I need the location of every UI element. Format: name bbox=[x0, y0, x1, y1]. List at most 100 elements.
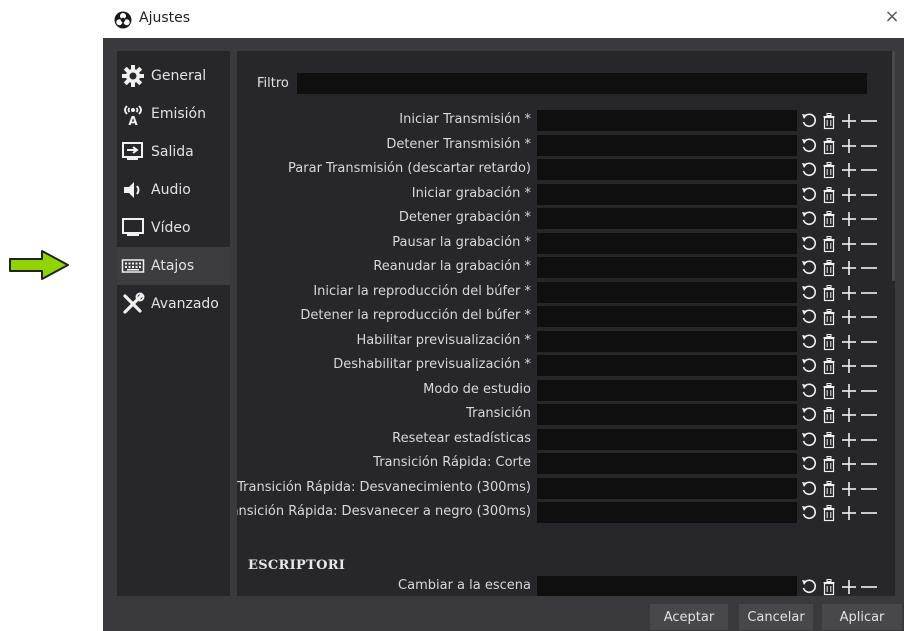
revert-icon[interactable] bbox=[799, 135, 819, 157]
revert-icon[interactable] bbox=[799, 159, 819, 181]
hotkey-input[interactable] bbox=[537, 110, 797, 131]
revert-icon[interactable] bbox=[799, 257, 819, 279]
trash-icon[interactable] bbox=[819, 208, 839, 230]
hotkey-input[interactable] bbox=[537, 306, 797, 327]
remove-icon[interactable] bbox=[859, 184, 879, 206]
revert-icon[interactable] bbox=[799, 478, 819, 500]
hotkey-input[interactable] bbox=[537, 477, 797, 499]
hotkey-input[interactable] bbox=[537, 576, 797, 596]
trash-icon[interactable] bbox=[819, 184, 839, 206]
add-icon[interactable] bbox=[839, 159, 859, 181]
hotkey-input[interactable] bbox=[537, 404, 797, 425]
apply-button[interactable]: Aplicar bbox=[822, 604, 902, 630]
hotkey-input[interactable] bbox=[537, 453, 797, 474]
add-icon[interactable] bbox=[839, 478, 859, 500]
trash-icon[interactable] bbox=[819, 355, 839, 377]
add-icon[interactable] bbox=[839, 135, 859, 157]
trash-icon[interactable] bbox=[819, 110, 839, 132]
trash-icon[interactable] bbox=[819, 331, 839, 353]
remove-icon[interactable] bbox=[859, 110, 879, 132]
trash-icon[interactable] bbox=[819, 404, 839, 426]
hotkey-input[interactable] bbox=[537, 257, 797, 278]
remove-icon[interactable] bbox=[859, 453, 879, 475]
trash-icon[interactable] bbox=[819, 429, 839, 451]
sidebar-item-salida[interactable]: Salida bbox=[117, 133, 230, 171]
revert-icon[interactable] bbox=[799, 502, 819, 524]
sidebar-item-atajos[interactable]: Atajos bbox=[117, 247, 230, 285]
remove-icon[interactable] bbox=[859, 478, 879, 500]
revert-icon[interactable] bbox=[799, 331, 819, 353]
sidebar-item-avanzado[interactable]: Avanzado bbox=[117, 285, 230, 323]
remove-icon[interactable] bbox=[859, 306, 879, 328]
add-icon[interactable] bbox=[839, 306, 859, 328]
cancel-button[interactable]: Cancelar bbox=[739, 604, 813, 630]
add-icon[interactable] bbox=[839, 355, 859, 377]
hotkey-input[interactable] bbox=[537, 281, 797, 303]
add-icon[interactable] bbox=[839, 208, 859, 230]
remove-icon[interactable] bbox=[859, 355, 879, 377]
add-icon[interactable] bbox=[839, 257, 859, 279]
revert-icon[interactable] bbox=[799, 208, 819, 230]
filter-input[interactable] bbox=[297, 73, 867, 94]
hotkey-input[interactable] bbox=[537, 208, 797, 229]
remove-icon[interactable] bbox=[859, 380, 879, 402]
add-icon[interactable] bbox=[839, 110, 859, 132]
trash-icon[interactable] bbox=[819, 478, 839, 500]
add-icon[interactable] bbox=[839, 404, 859, 426]
trash-icon[interactable] bbox=[819, 453, 839, 475]
close-icon[interactable]: × bbox=[882, 6, 902, 28]
remove-icon[interactable] bbox=[859, 208, 879, 230]
remove-icon[interactable] bbox=[859, 429, 879, 451]
revert-icon[interactable] bbox=[799, 576, 819, 596]
trash-icon[interactable] bbox=[819, 502, 839, 524]
hotkey-input[interactable] bbox=[537, 355, 797, 376]
hotkey-input[interactable] bbox=[537, 134, 797, 156]
trash-icon[interactable] bbox=[819, 282, 839, 304]
add-icon[interactable] bbox=[839, 184, 859, 206]
add-icon[interactable] bbox=[839, 380, 859, 402]
hotkey-input[interactable] bbox=[537, 183, 797, 205]
add-icon[interactable] bbox=[839, 331, 859, 353]
hotkey-input[interactable] bbox=[537, 232, 797, 254]
revert-icon[interactable] bbox=[799, 453, 819, 475]
remove-icon[interactable] bbox=[859, 576, 879, 596]
remove-icon[interactable] bbox=[859, 331, 879, 353]
trash-icon[interactable] bbox=[819, 257, 839, 279]
revert-icon[interactable] bbox=[799, 233, 819, 255]
revert-icon[interactable] bbox=[799, 429, 819, 451]
add-icon[interactable] bbox=[839, 453, 859, 475]
revert-icon[interactable] bbox=[799, 306, 819, 328]
remove-icon[interactable] bbox=[859, 135, 879, 157]
remove-icon[interactable] bbox=[859, 502, 879, 524]
add-icon[interactable] bbox=[839, 282, 859, 304]
revert-icon[interactable] bbox=[799, 380, 819, 402]
add-icon[interactable] bbox=[839, 502, 859, 524]
trash-icon[interactable] bbox=[819, 135, 839, 157]
hotkey-input[interactable] bbox=[537, 159, 797, 180]
accept-button[interactable]: Aceptar bbox=[650, 604, 728, 630]
revert-icon[interactable] bbox=[799, 404, 819, 426]
revert-icon[interactable] bbox=[799, 282, 819, 304]
sidebar-item-audio[interactable]: Audio bbox=[117, 171, 230, 209]
trash-icon[interactable] bbox=[819, 233, 839, 255]
sidebar-item-video[interactable]: Vídeo bbox=[117, 209, 230, 247]
add-icon[interactable] bbox=[839, 429, 859, 451]
hotkey-input[interactable] bbox=[537, 502, 797, 523]
add-icon[interactable] bbox=[839, 233, 859, 255]
remove-icon[interactable] bbox=[859, 233, 879, 255]
revert-icon[interactable] bbox=[799, 110, 819, 132]
sidebar-item-emision[interactable]: A Emisión bbox=[117, 95, 230, 133]
trash-icon[interactable] bbox=[819, 576, 839, 596]
trash-icon[interactable] bbox=[819, 306, 839, 328]
trash-icon[interactable] bbox=[819, 380, 839, 402]
add-icon[interactable] bbox=[839, 576, 859, 596]
revert-icon[interactable] bbox=[799, 355, 819, 377]
remove-icon[interactable] bbox=[859, 404, 879, 426]
hotkey-input[interactable] bbox=[537, 428, 797, 450]
revert-icon[interactable] bbox=[799, 184, 819, 206]
hotkey-input[interactable] bbox=[537, 330, 797, 352]
trash-icon[interactable] bbox=[819, 159, 839, 181]
sidebar-item-general[interactable]: General bbox=[117, 57, 230, 95]
remove-icon[interactable] bbox=[859, 159, 879, 181]
remove-icon[interactable] bbox=[859, 257, 879, 279]
